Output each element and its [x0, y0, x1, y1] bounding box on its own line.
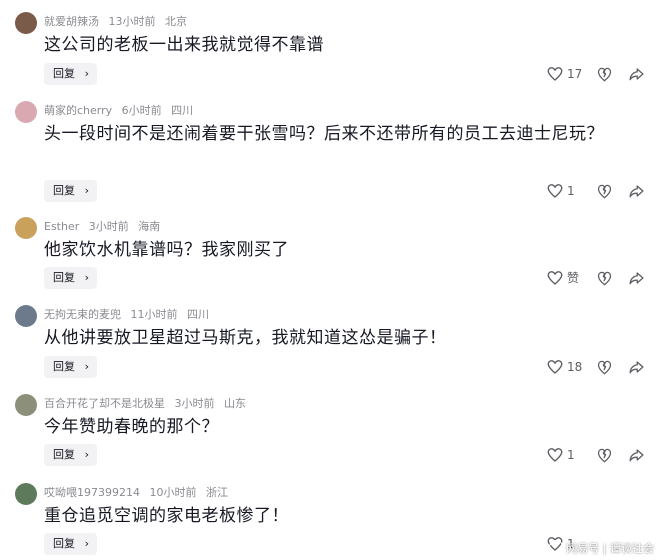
comment-text: 今年赞助春晚的那个？ — [44, 417, 219, 437]
reply-label: 回复 — [53, 271, 75, 284]
chevron-right-icon: › — [84, 271, 89, 284]
comment-meta: 哎呦喂197399214 10小时前 浙江 — [44, 485, 234, 500]
timestamp: 3小时前 — [88, 220, 129, 233]
username[interactable]: 就爱胡辣汤 — [44, 15, 99, 28]
like-count: 1 — [567, 184, 575, 198]
share-icon[interactable] — [628, 65, 645, 83]
like-heart-icon[interactable] — [546, 358, 564, 376]
comment-meta: Esther 3小时前 海南 — [44, 219, 166, 234]
avatar[interactable] — [15, 12, 37, 34]
reply-label: 回复 — [53, 67, 75, 80]
comment-meta: 无拘无束的麦兜 11小时前 四川 — [44, 307, 215, 322]
timestamp: 10小时前 — [149, 486, 197, 499]
avatar[interactable] — [15, 217, 37, 239]
chevron-right-icon: › — [84, 67, 89, 80]
avatar[interactable] — [15, 101, 37, 123]
avatar[interactable] — [15, 394, 37, 416]
share-icon[interactable] — [628, 182, 645, 200]
share-icon[interactable] — [628, 358, 645, 376]
username[interactable]: Esther — [44, 220, 79, 233]
dislike-icon[interactable] — [597, 269, 612, 287]
location: 四川 — [171, 104, 194, 117]
reply-button[interactable]: 回复 › — [44, 180, 97, 202]
timestamp: 3小时前 — [174, 397, 215, 410]
avatar[interactable] — [15, 483, 37, 505]
location: 浙江 — [206, 486, 228, 499]
reply-label: 回复 — [53, 537, 75, 550]
like-count: 18 — [567, 360, 583, 374]
comment-text: 这公司的老板一出来我就觉得不靠谱 — [44, 35, 324, 55]
comment-text: 从他讲要放卫星超过马斯克，我就知道这怂是骗子！ — [44, 328, 447, 348]
netease-logo-icon — [549, 540, 564, 554]
like-count: 17 — [567, 67, 583, 81]
timestamp: 6小时前 — [121, 104, 162, 117]
username[interactable]: 哎呦喂197399214 — [44, 486, 140, 499]
chevron-right-icon: › — [84, 448, 89, 461]
reply-label: 回复 — [53, 448, 75, 461]
like-heart-icon[interactable] — [546, 269, 564, 287]
dislike-icon[interactable] — [597, 358, 612, 376]
location: 北京 — [165, 15, 187, 28]
username[interactable]: 百合开花了却不是北极星 — [44, 397, 165, 410]
share-icon[interactable] — [628, 269, 645, 287]
comment-text: 他家饮水机靠谱吗？我家刚买了 — [44, 240, 289, 260]
watermark-text: 网易号 | 谭谈社会 — [566, 542, 654, 555]
timestamp: 13小时前 — [108, 15, 156, 28]
dislike-icon[interactable] — [597, 65, 612, 83]
reply-button[interactable]: 回复 › — [44, 533, 97, 555]
reply-label: 回复 — [53, 184, 75, 197]
comment-text: 头一段时间不是还闹着要干张雪吗？后来不还带所有的员工去迪士尼玩？ — [44, 124, 604, 144]
location: 山东 — [224, 397, 246, 410]
avatar[interactable] — [15, 305, 37, 327]
like-count: 1 — [567, 448, 575, 462]
like-heart-icon[interactable] — [546, 446, 564, 464]
username[interactable]: 无拘无束的麦兜 — [44, 308, 121, 321]
comment-meta: 萌家的cherry 6小时前 四川 — [44, 103, 199, 118]
chevron-right-icon: › — [84, 360, 89, 373]
like-heart-icon[interactable] — [546, 182, 564, 200]
chevron-right-icon: › — [84, 537, 89, 550]
reply-label: 回复 — [53, 360, 75, 373]
reply-button[interactable]: 回复 › — [44, 267, 97, 289]
reply-button[interactable]: 回复 › — [44, 356, 97, 378]
chevron-right-icon: › — [84, 184, 89, 197]
dislike-icon[interactable] — [597, 182, 612, 200]
share-icon[interactable] — [628, 446, 645, 464]
comment-text: 重仓追觅空调的家电老板惨了！ — [44, 506, 289, 526]
reply-button[interactable]: 回复 › — [44, 444, 97, 466]
dislike-icon[interactable] — [597, 446, 612, 464]
comment-meta: 百合开花了却不是北极星 3小时前 山东 — [44, 396, 252, 411]
reply-button[interactable]: 回复 › — [44, 63, 97, 85]
username[interactable]: 萌家的cherry — [44, 104, 112, 117]
like-count: 赞 — [567, 271, 580, 285]
timestamp: 11小时前 — [130, 308, 178, 321]
like-heart-icon[interactable] — [546, 65, 564, 83]
location: 四川 — [187, 308, 209, 321]
watermark: 网易号 | 谭谈社会 — [549, 540, 654, 556]
location: 海南 — [138, 220, 161, 233]
comment-meta: 就爱胡辣汤 13小时前 北京 — [44, 14, 193, 29]
